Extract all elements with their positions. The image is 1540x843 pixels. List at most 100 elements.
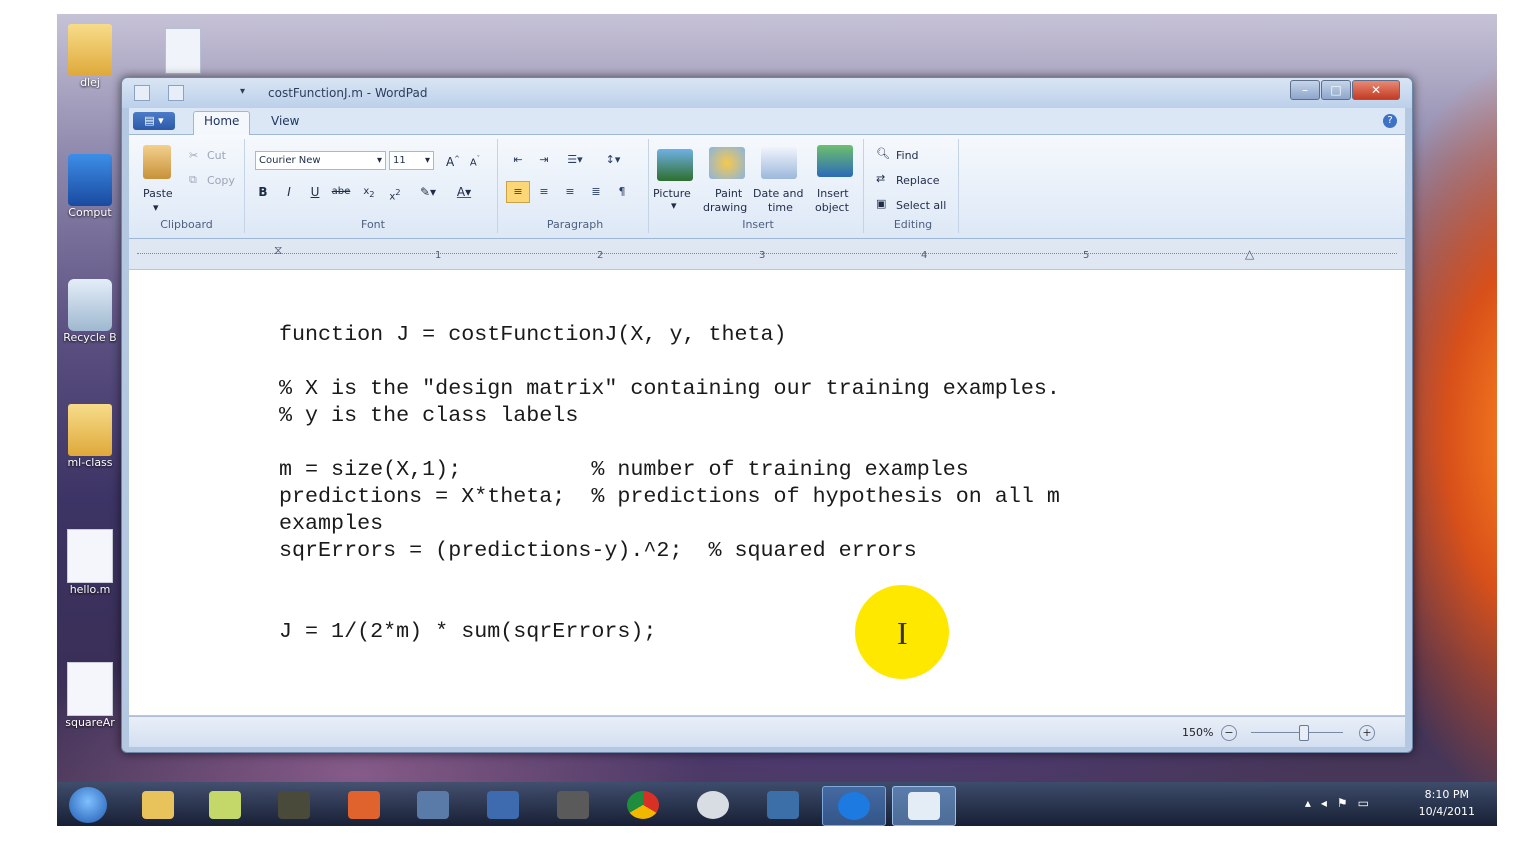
taskbar-notes[interactable] — [194, 786, 256, 824]
computer-icon — [68, 154, 112, 206]
ruler[interactable]: ⧖ △ 1 2 3 4 5 — [129, 239, 1405, 270]
desktop-icon-recycle-bin[interactable]: Recycle B — [57, 279, 123, 344]
paste-icon[interactable] — [143, 145, 171, 179]
editing-group-label: Editing — [893, 218, 933, 231]
code-line[interactable]: predictions = X*theta; % predictions of … — [279, 483, 1060, 510]
date-time-label-2[interactable]: time — [768, 201, 793, 214]
status-bar: 150% − + — [129, 716, 1405, 747]
font-size-value: 11 — [393, 155, 406, 166]
code-line[interactable]: function J = costFunctionJ(X, y, theta) — [279, 321, 787, 348]
minimize-button[interactable]: – — [1290, 80, 1320, 100]
decrease-indent-button[interactable]: ⇤ — [506, 149, 530, 171]
taskbar-remote[interactable] — [472, 786, 534, 824]
paste-dropdown-icon[interactable]: ▾ — [153, 201, 159, 214]
taskbar-media[interactable] — [263, 786, 325, 824]
tab-view[interactable]: View — [261, 114, 309, 128]
copy-button[interactable]: Copy — [207, 174, 235, 187]
underline-button[interactable]: U — [305, 183, 325, 201]
desktop-icon-user-folder[interactable]: dlej — [57, 24, 123, 89]
document-area[interactable]: function J = costFunctionJ(X, y, theta) … — [129, 270, 1405, 715]
highlight-color-button[interactable]: ✎▾ — [413, 183, 443, 201]
desktop-icon-label: dlej — [80, 76, 100, 89]
increase-indent-button[interactable]: ⇥ — [532, 149, 556, 171]
select-all-button[interactable]: Select all — [896, 199, 946, 212]
paint-drawing-label-1[interactable]: Paint — [715, 187, 742, 200]
insert-group-label: Insert — [742, 218, 774, 231]
desktop-icon-computer[interactable]: Comput — [57, 154, 123, 219]
insert-object-label-2[interactable]: object — [815, 201, 849, 214]
date-time-label-1[interactable]: Date and — [753, 187, 803, 200]
taskbar-wordpad[interactable] — [892, 786, 956, 826]
paint-drawing-label-2[interactable]: drawing — [703, 201, 747, 214]
ribbon-tabs: ▤ ▾ Home View ? — [129, 108, 1405, 135]
picture-dropdown-icon[interactable]: ▾ — [671, 199, 677, 212]
code-line[interactable]: % y is the class labels — [279, 402, 578, 429]
paint-drawing-icon[interactable] — [709, 147, 745, 179]
taskbar-python[interactable] — [752, 786, 814, 824]
zoom-slider-thumb[interactable] — [1299, 725, 1309, 741]
insert-object-icon[interactable] — [817, 145, 853, 177]
clock[interactable]: 8:10 PM 10/4/2011 — [1419, 786, 1475, 820]
replace-button[interactable]: Replace — [896, 174, 940, 187]
start-button[interactable] — [63, 786, 113, 824]
superscript-button[interactable]: x2 — [385, 183, 405, 202]
app-icon[interactable] — [134, 85, 150, 101]
maximize-button[interactable]: □ — [1321, 80, 1351, 100]
cut-button[interactable]: Cut — [207, 149, 226, 162]
code-line[interactable]: sqrErrors = (predictions-y).^2; % square… — [279, 537, 917, 564]
text-color-button[interactable]: A▾ — [449, 183, 479, 201]
code-line[interactable]: m = size(X,1); % number of training exam… — [279, 456, 969, 483]
help-icon[interactable]: ? — [1383, 114, 1397, 128]
left-indent-marker[interactable]: ⧖ — [274, 243, 282, 258]
justify-button[interactable]: ≣ — [584, 181, 608, 203]
picture-icon[interactable] — [657, 149, 693, 181]
desktop-icon-ml-class[interactable]: ml-class — [57, 404, 123, 469]
bullets-button[interactable]: ☰▾ — [558, 149, 592, 171]
align-right-button[interactable]: ≡ — [558, 181, 582, 203]
title-bar[interactable]: ▾ costFunctionJ.m - WordPad – □ ✕ — [122, 78, 1412, 108]
text-cursor-icon: I — [897, 615, 908, 651]
font-family-select[interactable]: Courier New ▾ — [255, 151, 386, 170]
code-line[interactable]: J = 1/(2*m) * sum(sqrErrors); — [279, 618, 656, 645]
paragraph-settings-button[interactable]: ¶ — [610, 181, 634, 203]
paragraph-group: ⇤ ⇥ ☰▾ ↕▾ ≡ ≡ ≡ ≣ ¶ Paragraph — [502, 139, 649, 233]
zoom-slider-track[interactable] — [1251, 732, 1343, 733]
paragraph-group-label: Paragraph — [546, 218, 604, 231]
zoom-out-button[interactable]: − — [1221, 725, 1237, 741]
bold-button[interactable]: B — [253, 183, 273, 201]
taskbar-webcam[interactable] — [682, 786, 744, 824]
date-time-icon[interactable] — [761, 147, 797, 179]
tab-home[interactable]: Home — [193, 111, 251, 135]
desktop-icon-hello-m[interactable]: hello.m — [57, 529, 123, 596]
code-line[interactable]: examples — [279, 510, 383, 537]
align-left-button[interactable]: ≡ — [506, 181, 530, 203]
chevron-down-icon: ▾ — [424, 155, 430, 166]
insert-object-label-1[interactable]: Insert — [817, 187, 849, 200]
app-menu-button[interactable]: ▤ ▾ — [133, 112, 175, 130]
taskbar-network[interactable] — [402, 786, 464, 824]
align-center-button[interactable]: ≡ — [532, 181, 556, 203]
shrink-font-button[interactable]: Aˇ — [465, 150, 485, 168]
zoom-in-button[interactable]: + — [1359, 725, 1375, 741]
line-spacing-button[interactable]: ↕▾ — [596, 149, 630, 171]
italic-button[interactable]: I — [279, 183, 299, 201]
taskbar-camera[interactable] — [542, 786, 604, 824]
paste-button[interactable]: Paste — [143, 187, 173, 200]
font-size-select[interactable]: 11 ▾ — [389, 151, 434, 170]
find-button[interactable]: Find — [896, 149, 919, 162]
taskbar-explorer[interactable] — [127, 786, 189, 824]
taskbar-chrome[interactable] — [612, 786, 674, 824]
right-indent-marker[interactable]: △ — [1245, 247, 1254, 261]
subscript-button[interactable]: x2 — [359, 183, 379, 201]
tray-icons[interactable]: ▴◂⚑▭ — [1305, 796, 1379, 810]
save-icon[interactable] — [168, 85, 184, 101]
quick-access-dropdown-icon[interactable]: ▾ — [240, 86, 245, 97]
grow-font-button[interactable]: A^ — [443, 150, 463, 169]
taskbar-powerpoint[interactable] — [333, 786, 395, 824]
strikethrough-button[interactable]: abe — [331, 183, 351, 201]
taskbar-app-blue[interactable] — [822, 786, 886, 826]
desktop-icon-square-file[interactable]: squareAr — [57, 662, 123, 729]
close-button[interactable]: ✕ — [1352, 80, 1400, 100]
code-line[interactable]: % X is the "design matrix" containing ou… — [279, 375, 1060, 402]
document-icon[interactable] — [165, 28, 201, 74]
